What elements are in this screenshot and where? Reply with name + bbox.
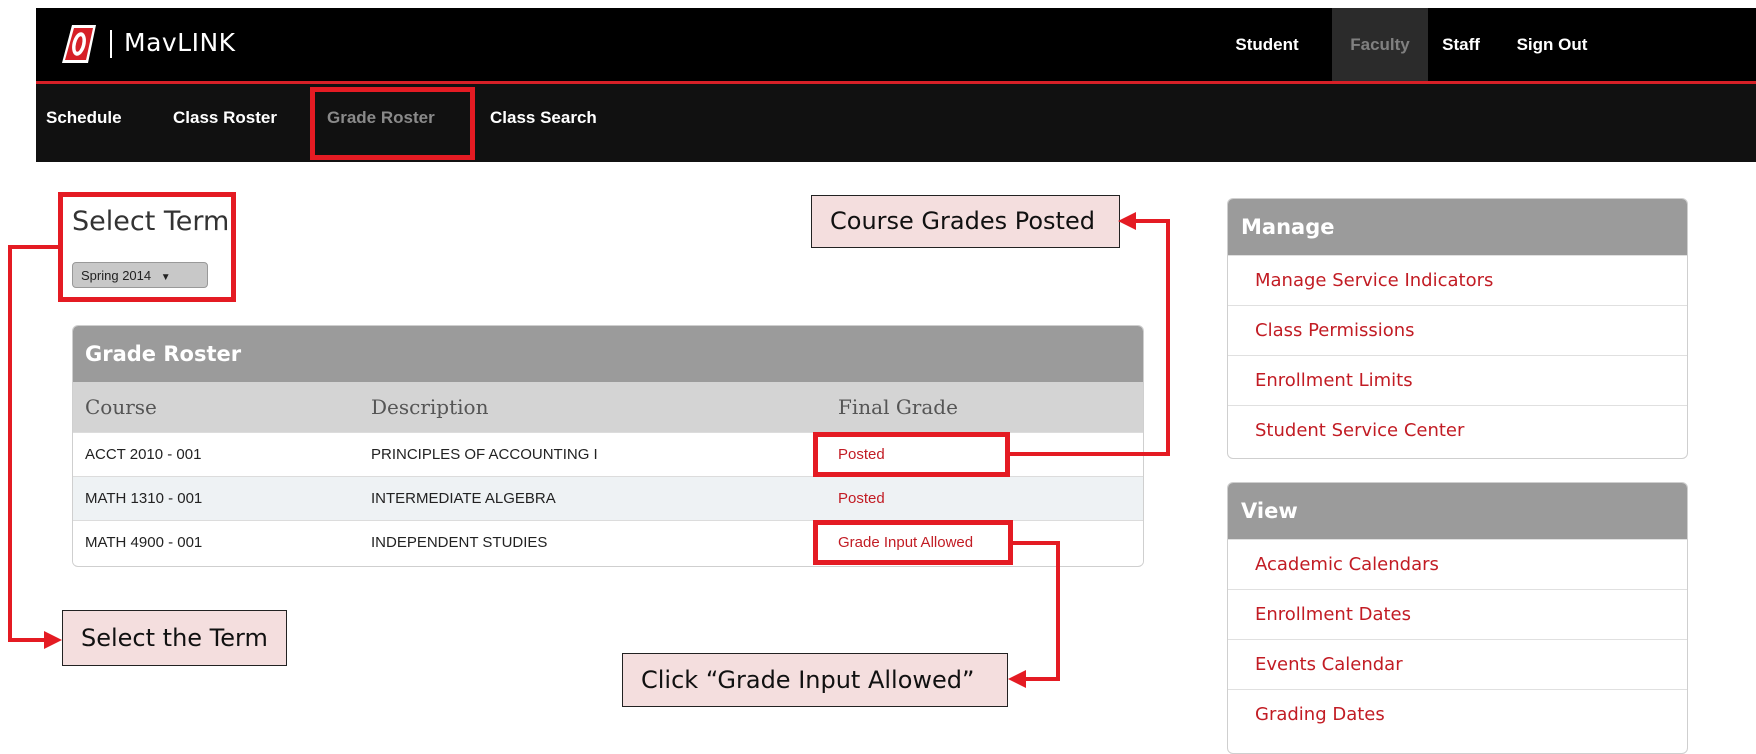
row-description: PRINCIPLES OF ACCOUNTING I <box>371 446 598 463</box>
column-description: Description <box>371 395 489 419</box>
callout-click-grade-input-allowed: Click “Grade Input Allowed” <box>622 653 1008 707</box>
row-course: MATH 4900 - 001 <box>85 534 203 551</box>
connector-line <box>8 245 12 642</box>
class-permissions-link[interactable]: Class Permissions <box>1228 305 1687 355</box>
nav-student[interactable]: Student <box>1202 8 1332 81</box>
posted-highlight <box>813 432 1010 477</box>
row-grade-status[interactable]: Posted <box>838 477 885 521</box>
connector-line <box>1166 219 1170 456</box>
logo-divider <box>110 30 112 58</box>
subnav-class-roster[interactable]: Class Roster <box>173 108 277 128</box>
grade-roster-title: Grade Roster <box>73 326 1143 382</box>
arrow-left-icon <box>1118 212 1136 230</box>
sub-navigation: Schedule Class Roster Grade Roster Class… <box>36 84 1756 162</box>
grade-input-highlight <box>813 520 1013 565</box>
enrollment-limits-link[interactable]: Enrollment Limits <box>1228 355 1687 405</box>
student-service-center-link[interactable]: Student Service Center <box>1228 405 1687 455</box>
grading-dates-link[interactable]: Grading Dates <box>1228 689 1687 739</box>
row-course: MATH 1310 - 001 <box>85 490 203 507</box>
nav-sign-out[interactable]: Sign Out <box>1494 8 1610 81</box>
callout-course-grades-posted: Course Grades Posted <box>811 195 1120 248</box>
roster-column-headers: Course Description Final Grade <box>73 382 1143 432</box>
events-calendar-link[interactable]: Events Calendar <box>1228 639 1687 689</box>
manage-service-indicators-link[interactable]: Manage Service Indicators <box>1228 255 1687 305</box>
subnav-schedule[interactable]: Schedule <box>46 108 122 128</box>
select-term-highlight <box>58 192 236 302</box>
column-final-grade: Final Grade <box>838 395 958 419</box>
university-logo-icon <box>62 25 96 63</box>
callout-select-the-term: Select the Term <box>62 610 287 666</box>
enrollment-dates-link[interactable]: Enrollment Dates <box>1228 589 1687 639</box>
app-title: MavLINK <box>124 28 236 57</box>
connector-line <box>8 245 60 249</box>
top-header: MavLINK Student Faculty Staff Sign Out <box>36 8 1756 84</box>
view-panel-title: View <box>1228 483 1687 539</box>
connector-line <box>1010 452 1170 456</box>
manage-panel-title: Manage <box>1228 199 1687 255</box>
subnav-class-search[interactable]: Class Search <box>490 108 597 128</box>
column-course: Course <box>85 395 157 419</box>
connector-line <box>1020 677 1060 681</box>
row-description: INTERMEDIATE ALGEBRA <box>371 490 556 507</box>
connector-line <box>1056 541 1060 681</box>
academic-calendars-link[interactable]: Academic Calendars <box>1228 539 1687 589</box>
row-course: ACCT 2010 - 001 <box>85 446 202 463</box>
row-description: INDEPENDENT STUDIES <box>371 534 548 551</box>
grade-roster-highlight <box>310 87 475 160</box>
manage-panel: Manage Manage Service Indicators Class P… <box>1227 198 1688 459</box>
arrow-right-icon <box>44 631 62 649</box>
arrow-left-icon <box>1008 670 1026 688</box>
nav-staff[interactable]: Staff <box>1428 8 1494 81</box>
connector-line <box>1010 541 1060 545</box>
view-panel: View Academic Calendars Enrollment Dates… <box>1227 482 1688 754</box>
table-row: MATH 1310 - 001 INTERMEDIATE ALGEBRA Pos… <box>73 476 1143 521</box>
nav-faculty[interactable]: Faculty <box>1332 8 1428 81</box>
